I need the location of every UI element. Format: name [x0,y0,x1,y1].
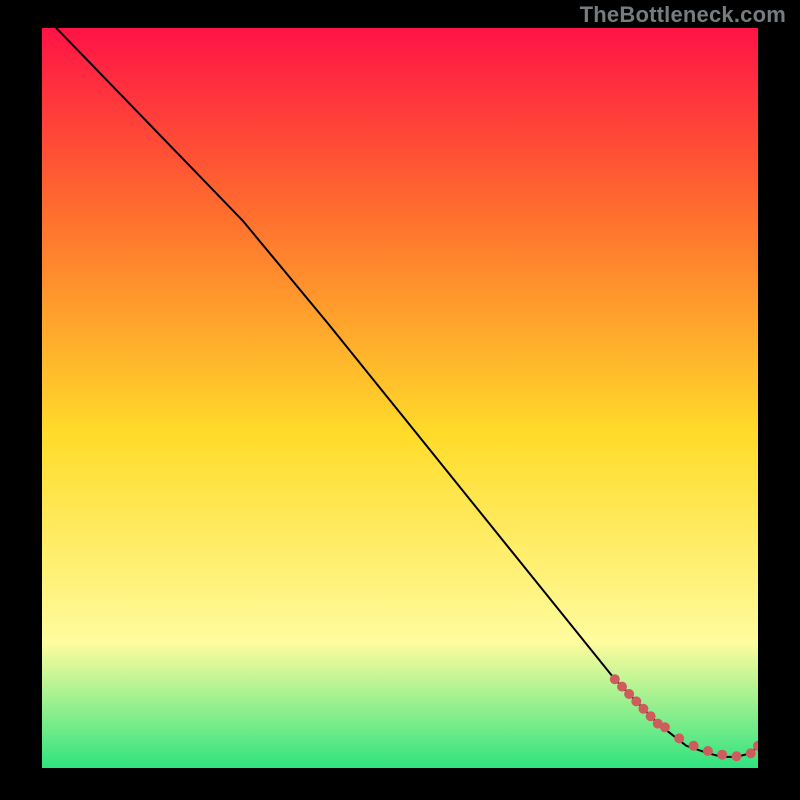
scatter-point [646,711,656,721]
watermark-text: TheBottleneck.com [580,2,786,28]
scatter-point [624,689,634,699]
scatter-point [674,733,684,743]
scatter-point [631,696,641,706]
scatter-point [746,748,756,758]
chart-stage: TheBottleneck.com [0,0,800,800]
scatter-point [610,674,620,684]
scatter-point [617,682,627,692]
scatter-point [638,704,648,714]
scatter-point [660,722,670,732]
gradient-background [42,28,758,768]
chart-svg [42,28,758,768]
scatter-point [689,741,699,751]
scatter-point [703,746,713,756]
scatter-point [732,751,742,761]
scatter-point [717,750,727,760]
plot-area [42,28,758,768]
